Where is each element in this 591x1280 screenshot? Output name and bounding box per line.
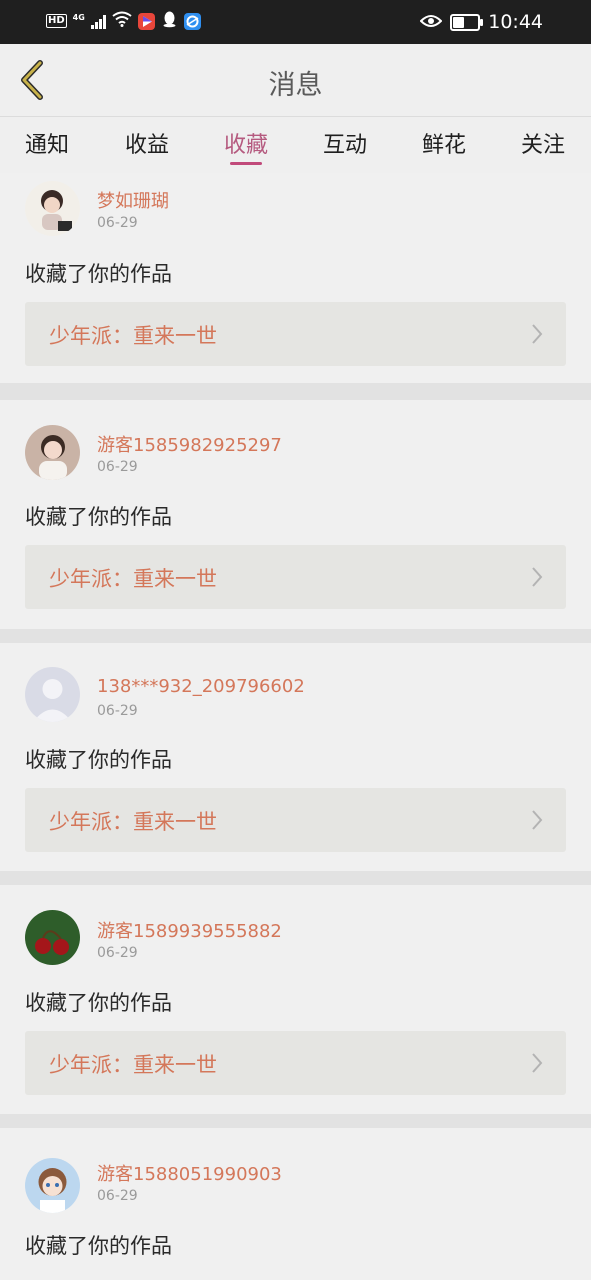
action-text: 收藏了你的作品 bbox=[25, 1234, 172, 1258]
work-link[interactable]: 少年派：重来一世 bbox=[25, 302, 566, 366]
avatar[interactable] bbox=[25, 425, 80, 480]
clock: 10:44 bbox=[488, 11, 543, 33]
tab-interaction[interactable]: 互动 bbox=[305, 127, 385, 159]
message-date: 06-29 bbox=[97, 703, 138, 719]
list-item: 游客1589939555882 06-29 收藏了你的作品 少年派：重来一世 bbox=[0, 885, 591, 1114]
qq-icon bbox=[161, 10, 178, 32]
tab-label: 互动 bbox=[322, 133, 367, 158]
message-date: 06-29 bbox=[97, 1188, 138, 1204]
signal-icon bbox=[90, 13, 106, 29]
chevron-right-icon bbox=[532, 324, 543, 344]
tab-favorites[interactable]: 收藏 bbox=[206, 127, 286, 165]
avatar[interactable] bbox=[25, 667, 80, 722]
tab-flowers[interactable]: 鲜花 bbox=[404, 127, 484, 159]
chevron-right-icon bbox=[532, 810, 543, 830]
work-title: 少年派：重来一世 bbox=[49, 810, 217, 834]
page-title: 消息 bbox=[268, 70, 323, 101]
work-link[interactable]: 少年派：重来一世 bbox=[25, 545, 566, 609]
username[interactable]: 游客1589939555882 bbox=[97, 917, 282, 943]
avatar[interactable] bbox=[25, 1158, 80, 1213]
username[interactable]: 游客1585982925297 bbox=[97, 431, 282, 457]
chevron-right-icon bbox=[532, 567, 543, 587]
status-bar: HD 4G 10:44 bbox=[0, 0, 591, 44]
network-indicator: 4G bbox=[72, 12, 85, 22]
divider bbox=[0, 629, 591, 643]
avatar[interactable] bbox=[25, 910, 80, 965]
video-app-icon bbox=[137, 12, 155, 30]
action-text: 收藏了你的作品 bbox=[25, 505, 172, 529]
eye-icon bbox=[419, 13, 443, 32]
work-link[interactable]: 少年派：重来一世 bbox=[25, 788, 566, 852]
tab-label: 鲜花 bbox=[421, 133, 466, 158]
username[interactable]: 138***932_209796602 bbox=[97, 676, 305, 697]
nav-bar: 消息 bbox=[0, 44, 591, 117]
work-title: 少年派：重来一世 bbox=[49, 324, 217, 348]
list-item: 游客1588051990903 06-29 收藏了你的作品 bbox=[0, 1128, 591, 1280]
battery-icon bbox=[450, 13, 484, 31]
status-left: HD 4G bbox=[46, 10, 201, 32]
username[interactable]: 游客1588051990903 bbox=[97, 1160, 282, 1186]
chevron-right-icon bbox=[532, 1053, 543, 1073]
list-item: 138***932_209796602 06-29 收藏了你的作品 少年派：重来… bbox=[0, 643, 591, 871]
browser-icon bbox=[183, 12, 201, 30]
message-date: 06-29 bbox=[97, 945, 138, 961]
divider bbox=[0, 1114, 591, 1128]
action-text: 收藏了你的作品 bbox=[25, 748, 172, 772]
tab-label: 关注 bbox=[520, 133, 565, 158]
work-link[interactable]: 少年派：重来一世 bbox=[25, 1031, 566, 1095]
tab-label: 收益 bbox=[124, 133, 169, 158]
tab-label: 收藏 bbox=[223, 133, 268, 158]
action-text: 收藏了你的作品 bbox=[25, 262, 172, 286]
message-date: 06-29 bbox=[97, 215, 138, 231]
wifi-icon bbox=[112, 11, 132, 31]
hd-indicator: HD bbox=[46, 14, 67, 28]
divider bbox=[0, 383, 591, 400]
list-item: 梦如珊瑚 06-29 收藏了你的作品 少年派：重来一世 bbox=[0, 173, 591, 383]
avatar[interactable] bbox=[25, 181, 80, 236]
tab-follow[interactable]: 关注 bbox=[503, 127, 583, 159]
work-title: 少年派：重来一世 bbox=[49, 1053, 217, 1077]
action-text: 收藏了你的作品 bbox=[25, 991, 172, 1015]
active-tab-indicator bbox=[230, 162, 262, 165]
message-date: 06-29 bbox=[97, 459, 138, 475]
tab-bar: 通知 收益 收藏 互动 鲜花 关注 bbox=[0, 117, 591, 173]
work-title: 少年派：重来一世 bbox=[49, 567, 217, 591]
status-right: 10:44 bbox=[419, 11, 543, 33]
tab-notify[interactable]: 通知 bbox=[7, 127, 87, 159]
divider bbox=[0, 871, 591, 885]
tab-label: 通知 bbox=[24, 133, 69, 158]
tab-income[interactable]: 收益 bbox=[107, 127, 187, 159]
list-item: 游客1585982925297 06-29 收藏了你的作品 少年派：重来一世 bbox=[0, 400, 591, 629]
username[interactable]: 梦如珊瑚 bbox=[97, 187, 169, 213]
